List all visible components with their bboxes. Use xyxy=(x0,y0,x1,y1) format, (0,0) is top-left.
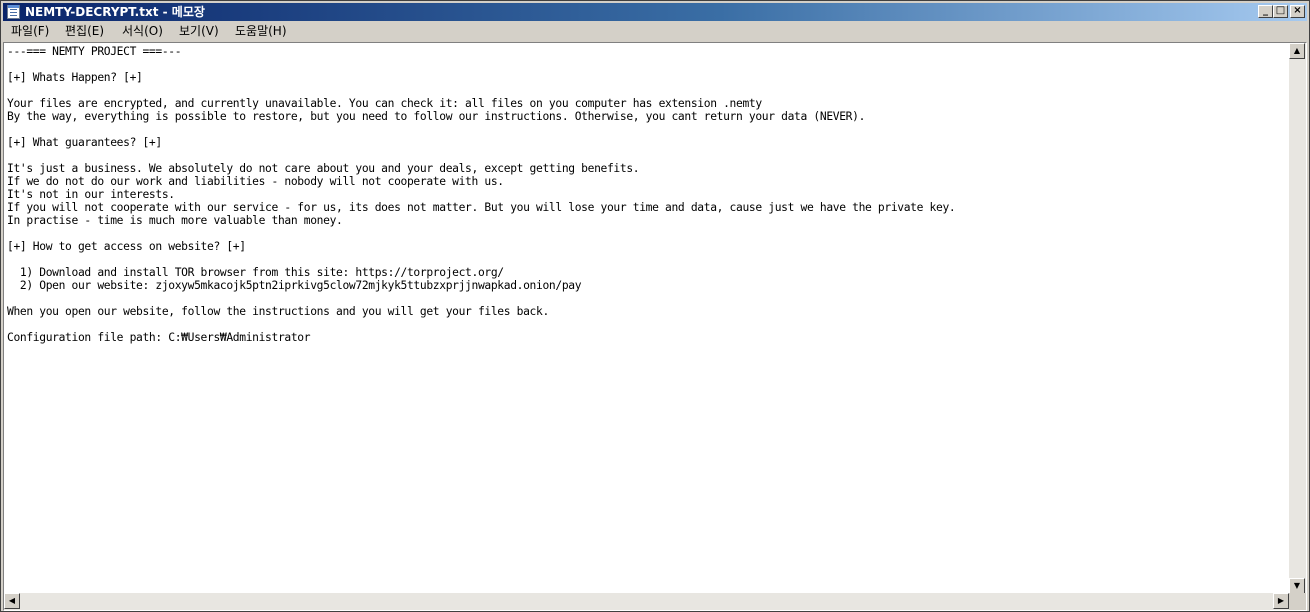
text-line: When you open our website, follow the in… xyxy=(7,305,549,318)
document-text[interactable]: ---=== NEMTY PROJECT ===--- [+] Whats Hap… xyxy=(7,45,1287,593)
menu-help[interactable]: 도움말(H) xyxy=(235,24,287,39)
menu-file[interactable]: 파일(F) xyxy=(11,24,49,39)
size-grip xyxy=(1289,593,1306,610)
text-line xyxy=(7,253,1287,266)
text-line: It's not in our interests. xyxy=(7,188,175,201)
text-line: It's just a business. We absolutely do n… xyxy=(7,162,640,175)
menu-edit[interactable]: 편집(E) xyxy=(65,24,104,39)
notepad-window: NEMTY-DECRYPT.txt - 메모장 _ □ × 파일(F) 편집(E… xyxy=(0,0,1310,612)
text-line: [+] Whats Happen? [+] xyxy=(7,71,143,84)
text-line: If you will not cooperate with our servi… xyxy=(7,201,956,214)
text-line xyxy=(7,318,1287,331)
text-line xyxy=(7,123,1287,136)
text-line xyxy=(7,149,1287,162)
close-button[interactable]: × xyxy=(1290,5,1305,18)
maximize-button[interactable]: □ xyxy=(1273,5,1288,18)
vertical-scrollbar[interactable]: ▲ ▼ xyxy=(1289,43,1306,594)
text-editor[interactable]: ---=== NEMTY PROJECT ===--- [+] Whats Hap… xyxy=(3,42,1307,611)
text-line: By the way, everything is possible to re… xyxy=(7,110,866,123)
text-line: Configuration file path: C:₩Users₩Admini… xyxy=(7,331,311,344)
text-line: ---=== NEMTY PROJECT ===--- xyxy=(7,45,182,58)
text-line: If we do not do our work and liabilities… xyxy=(7,175,504,188)
text-line: 1) Download and install TOR browser from… xyxy=(7,266,504,279)
text-line: In practise - time is much more valuable… xyxy=(7,214,343,227)
scroll-right-button[interactable]: ▶ xyxy=(1273,593,1289,609)
scroll-up-button[interactable]: ▲ xyxy=(1289,43,1305,59)
menu-view[interactable]: 보기(V) xyxy=(179,24,219,39)
horizontal-scrollbar[interactable]: ◀ ▶ xyxy=(4,593,1289,610)
text-line xyxy=(7,58,1287,71)
scroll-left-button[interactable]: ◀ xyxy=(4,593,20,609)
menu-bar: 파일(F) 편집(E) 서식(O) 보기(V) 도움말(H) xyxy=(3,22,1307,41)
title-bar[interactable]: NEMTY-DECRYPT.txt - 메모장 _ □ × xyxy=(3,3,1307,21)
text-line: [+] How to get access on website? [+] xyxy=(7,240,246,253)
window-title: NEMTY-DECRYPT.txt - 메모장 xyxy=(25,5,205,19)
scroll-down-button[interactable]: ▼ xyxy=(1289,578,1305,594)
text-line xyxy=(7,84,1287,97)
text-line: [+] What guarantees? [+] xyxy=(7,136,162,149)
menu-format[interactable]: 서식(O) xyxy=(122,24,163,39)
minimize-button[interactable]: _ xyxy=(1258,5,1273,18)
text-line: 2) Open our website: zjoxyw5mkacojk5ptn2… xyxy=(7,279,582,292)
text-line xyxy=(7,292,1287,305)
text-line xyxy=(7,227,1287,240)
text-line: Your files are encrypted, and currently … xyxy=(7,97,762,110)
notepad-icon[interactable] xyxy=(7,5,20,19)
